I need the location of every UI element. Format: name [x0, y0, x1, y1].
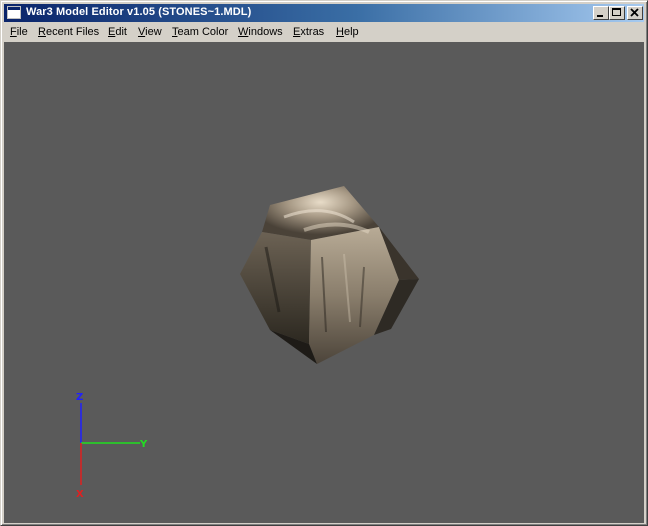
y-axis-label: Y [139, 439, 148, 450]
menu-windows-mnemonic: W [238, 26, 249, 38]
menu-extras-label: xtras [300, 26, 325, 38]
minimize-button[interactable] [593, 6, 609, 20]
menu-file-label: ile [16, 26, 28, 38]
menu-file-mnemonic: F [10, 26, 17, 38]
maximize-button[interactable] [609, 6, 625, 20]
menu-windows[interactable]: Windows [238, 26, 283, 38]
menu-help[interactable]: Help [336, 26, 359, 38]
app-window-icon[interactable] [7, 6, 21, 19]
menu-recent-files-label: ecent Files [45, 26, 100, 38]
minimize-icon [597, 15, 603, 17]
axis-gizmo: Z Y X [76, 392, 148, 500]
menu-windows-label: indows [248, 26, 283, 38]
menu-recent-files-mnemonic: R [38, 26, 46, 38]
stone-model [240, 186, 419, 364]
menu-help-label: elp [343, 26, 359, 38]
stone-front-face [309, 227, 399, 364]
app-window: War3 Model Editor v1.05 (STONES~1.MDL) F… [0, 0, 648, 526]
menu-view-label: iew [145, 26, 162, 38]
maximize-icon [612, 8, 621, 16]
menu-edit-label: dit [115, 26, 127, 38]
menu-team-color[interactable]: Team Color [172, 26, 228, 38]
menu-help-mnemonic: H [336, 26, 344, 38]
menu-bar: File Recent Files Edit View Team Color W… [4, 23, 644, 42]
close-icon [630, 8, 639, 17]
menu-file[interactable]: File [10, 26, 28, 38]
menu-recent-files[interactable]: Recent Files [38, 26, 99, 38]
menu-extras[interactable]: Extras [293, 26, 324, 38]
viewport-canvas: Z Y X [76, 186, 419, 500]
menu-edit[interactable]: Edit [108, 26, 127, 38]
menu-view[interactable]: View [138, 26, 162, 38]
x-axis-label: X [76, 489, 84, 500]
menu-team-color-label: eam Color [177, 26, 229, 38]
model-viewport[interactable]: Z Y X [4, 42, 644, 523]
title-bar[interactable]: War3 Model Editor v1.05 (STONES~1.MDL) [4, 4, 644, 22]
window-title: War3 Model Editor v1.05 (STONES~1.MDL) [26, 6, 252, 18]
z-axis-label: Z [76, 392, 83, 403]
close-button[interactable] [627, 6, 643, 20]
